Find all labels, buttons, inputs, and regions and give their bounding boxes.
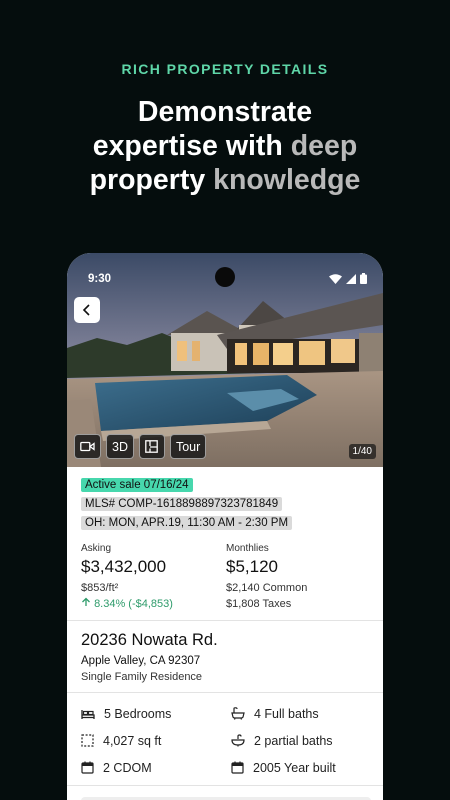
status-icons	[329, 273, 367, 284]
fact-cdom: 2 CDOM	[81, 759, 231, 776]
calendar-icon	[81, 761, 94, 774]
street-address: 20236 Nowata Rd.	[81, 631, 218, 649]
listing-badges: Active sale 07/16/24 MLS# COMP-161889889…	[81, 475, 293, 532]
property-photo[interactable]: 9:30 3D Tour 1/40	[67, 253, 383, 467]
video-button[interactable]	[74, 434, 101, 459]
fact-partial-baths: 2 partial baths	[231, 732, 381, 749]
monthlies-column: Monthlies $5,120 $2,140 Common $1,808 Ta…	[226, 543, 371, 612]
cellular-signal-icon	[346, 273, 356, 284]
fact-text: 2 partial baths	[254, 733, 333, 748]
bathtub-icon	[231, 707, 245, 720]
headline-line-1: Demonstrate	[137, 96, 313, 128]
3d-button[interactable]: 3D	[106, 434, 134, 459]
headline-line-2: expertise with	[92, 130, 283, 162]
floorplan-icon	[145, 440, 159, 453]
promo-eyebrow: RICH PROPERTY DETAILS	[121, 61, 329, 77]
price-summary: Asking $3,432,000 $853/ft² 8.34% (-$4,85…	[81, 543, 371, 612]
promo-headline: Demonstrate expertise with deep property…	[0, 95, 450, 197]
calendar-icon	[231, 761, 244, 774]
chevron-left-icon	[82, 304, 90, 316]
video-camera-icon	[80, 441, 95, 452]
arrow-up-icon	[82, 597, 90, 606]
fact-bedrooms: 5 Bedrooms	[81, 705, 231, 722]
media-toolbar: 3D Tour	[74, 434, 207, 459]
fact-text: 4 Full baths	[254, 706, 319, 721]
photo-counter: 1/40	[348, 444, 376, 459]
address-block: 20236 Nowata Rd. Apple Valley, CA 92307 …	[81, 631, 218, 683]
headline-line-3-dim: knowledge	[205, 164, 361, 196]
wifi-icon	[329, 273, 342, 284]
area-icon	[81, 734, 94, 747]
fact-text: 2005 Year built	[253, 760, 336, 775]
property-facts: 5 Bedrooms 4 Full baths 4,027 sq ft 2 pa…	[81, 705, 381, 776]
divider	[67, 692, 383, 693]
mls-badge: MLS# COMP-1618898897323781849	[81, 497, 283, 511]
fact-text: 4,027 sq ft	[103, 733, 162, 748]
price-change-value: 8.34% (-$4,853)	[94, 598, 173, 610]
fact-full-baths: 4 Full baths	[231, 705, 381, 722]
asking-label: Asking	[81, 543, 112, 554]
floorplan-button[interactable]	[138, 434, 165, 459]
divider	[67, 785, 383, 786]
status-badge: Active sale 07/16/24	[81, 478, 193, 492]
fact-square-feet: 4,027 sq ft	[81, 732, 231, 749]
divider	[67, 620, 383, 621]
fact-text: 5 Bedrooms	[104, 706, 172, 721]
headline-line-2-dim: deep	[282, 130, 358, 162]
status-bar-time: 9:30	[88, 273, 112, 285]
monthlies-label: Monthlies	[226, 543, 269, 554]
price-change: 8.34% (-$4,853)	[81, 596, 226, 612]
monthlies-total: $5,120	[226, 557, 278, 576]
asking-column: Asking $3,432,000 $853/ft² 8.34% (-$4,85…	[81, 543, 226, 612]
open-house-badge: OH: MON, APR.19, 11:30 AM - 2:30 PM	[81, 516, 293, 530]
common-fee: $2,140 Common	[226, 582, 308, 594]
city-state-zip: Apple Valley, CA 92307	[81, 655, 201, 667]
taxes-fee: $1,808 Taxes	[226, 598, 292, 610]
fact-text: 2 CDOM	[103, 760, 152, 775]
back-button[interactable]	[74, 297, 100, 323]
bed-icon	[81, 709, 95, 719]
asking-price: $3,432,000	[81, 557, 167, 576]
property-type: Single Family Residence	[81, 671, 203, 683]
camera-cutout	[215, 267, 235, 287]
battery-icon	[360, 273, 367, 284]
fact-year-built: 2005 Year built	[231, 759, 381, 776]
phone-screen: 9:30 3D Tour 1/40 Active sale 07/16/24 M…	[67, 253, 383, 800]
tour-button[interactable]: Tour	[169, 434, 207, 459]
price-per-sqft: $853/ft²	[81, 582, 119, 594]
headline-line-3: property	[89, 164, 206, 196]
sink-icon	[231, 734, 245, 747]
